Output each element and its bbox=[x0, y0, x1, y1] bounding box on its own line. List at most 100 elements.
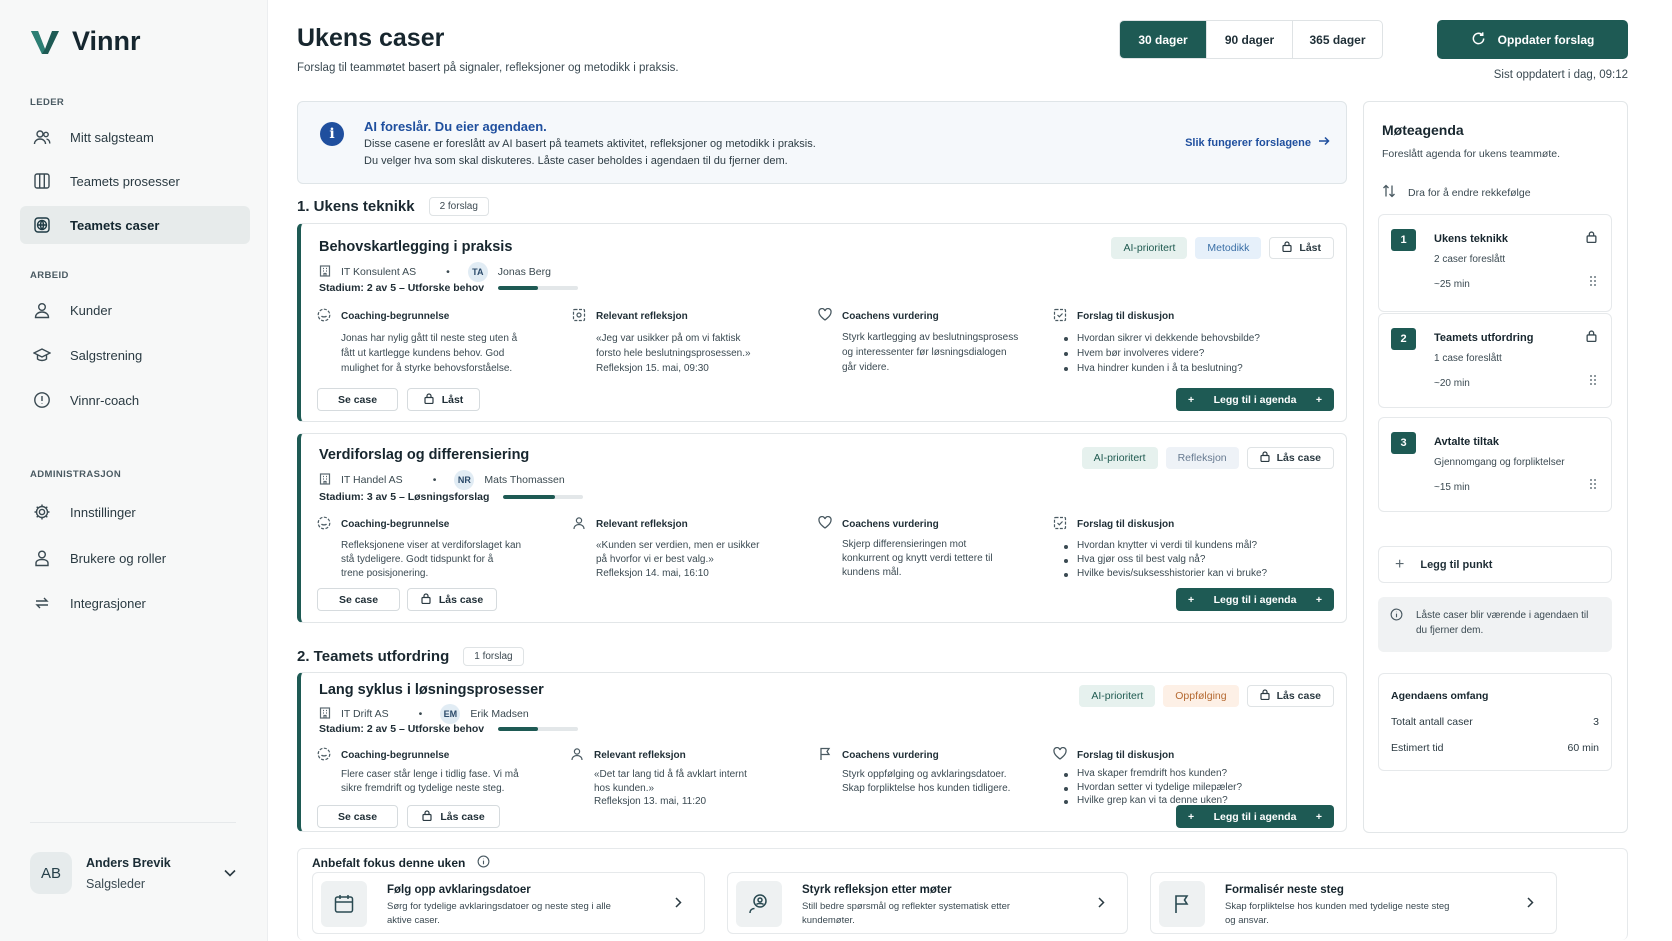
tag-metodikk: Metodikk bbox=[1195, 237, 1262, 259]
locked-button[interactable]: Låst bbox=[407, 388, 480, 411]
case-card: Verdiforslag og differensiering IT Hande… bbox=[297, 433, 1347, 623]
sidebar-item-kunder[interactable]: Kunder bbox=[20, 291, 250, 329]
building-icon bbox=[319, 706, 331, 722]
drag-handle-icon[interactable] bbox=[1589, 478, 1597, 493]
add-to-agenda-button[interactable]: + Legg til i agenda + bbox=[1176, 805, 1334, 828]
list-item: Hvordan knytter vi verdi til kundens mål… bbox=[1064, 539, 1323, 553]
drag-handle-icon[interactable] bbox=[1589, 374, 1597, 389]
lock-icon bbox=[1260, 689, 1270, 703]
avatar: NR bbox=[454, 470, 475, 490]
info-text: Disse casene er foreslått av AI basert p… bbox=[364, 138, 816, 150]
period-90-button[interactable]: 90 dager bbox=[1206, 21, 1292, 58]
lock-icon[interactable] bbox=[1586, 330, 1597, 345]
focus-card[interactable]: Formalisér neste steg Skap forpliktelse … bbox=[1150, 872, 1557, 934]
lock-case-button[interactable]: Låst bbox=[1269, 237, 1334, 259]
text-line: Skap forpliktelse hos kunden tidligere. bbox=[842, 782, 1011, 794]
case-title[interactable]: Verdiforslag og differensiering bbox=[319, 447, 529, 463]
column-head: Coachens vurdering bbox=[842, 750, 939, 761]
lock-case-button[interactable]: Lås case bbox=[1246, 447, 1334, 469]
lock-case-button[interactable]: Lås case bbox=[1246, 685, 1334, 707]
column-head: Coachens vurdering bbox=[842, 310, 939, 322]
lock-case-button[interactable]: Lås case bbox=[407, 805, 500, 828]
sidebar-item-brukere-og-roller[interactable]: Brukere og roller bbox=[20, 539, 250, 577]
agenda-item-time: ~20 min bbox=[1434, 378, 1470, 389]
lock-icon bbox=[1282, 241, 1293, 255]
list-item: Hva skaper fremdrift hos kunden? bbox=[1064, 767, 1323, 781]
plus-icon: + bbox=[1188, 393, 1195, 406]
heart-icon bbox=[818, 515, 832, 532]
add-to-agenda-button[interactable]: + Legg til i agenda + bbox=[1176, 588, 1334, 611]
stage-progress-bar bbox=[503, 495, 584, 499]
case-stage: Stadium: 2 av 5 – Utforske behov bbox=[319, 723, 579, 735]
see-case-button[interactable]: Se case bbox=[317, 805, 398, 828]
discussion-suggestions: Forslag til diskusjon Hvordan sikrer vi … bbox=[1053, 308, 1323, 376]
period-365-button[interactable]: 365 dager bbox=[1292, 21, 1382, 58]
sidebar-item-teamets-prosesser[interactable]: Teamets prosesser bbox=[20, 162, 250, 200]
chevron-right-icon bbox=[675, 897, 682, 911]
focus-card[interactable]: Følg opp avklaringsdatoer Sørg for tydel… bbox=[312, 872, 705, 934]
column-head: Coaching-begrunnelse bbox=[341, 311, 450, 322]
lock-icon[interactable] bbox=[1586, 231, 1597, 246]
agenda-item[interactable]: 3 Avtalte tiltak Gjennomgang og forplikt… bbox=[1378, 417, 1612, 512]
sidebar-item-label: Brukere og roller bbox=[70, 550, 167, 566]
agenda-item-time: ~25 min bbox=[1434, 279, 1470, 290]
agenda-item[interactable]: 2 Teamets utfordring 1 case foreslått ~2… bbox=[1378, 313, 1612, 408]
progress-fill bbox=[503, 495, 556, 499]
sidebar-item-teamets-caser[interactable]: Teamets caser bbox=[20, 206, 250, 244]
info-icon[interactable] bbox=[477, 855, 490, 871]
column-head: Forslag til diskusjon bbox=[1077, 311, 1175, 322]
sidebar-item-label: Vinnr-coach bbox=[70, 392, 140, 408]
text-line: forsto hele beslutningsprosessen.» bbox=[596, 348, 751, 359]
sidebar-item-integrasjoner[interactable]: Integrasjoner bbox=[20, 584, 250, 622]
refresh-suggestions-button[interactable]: Oppdater forslag bbox=[1437, 20, 1628, 59]
text-line: «Kunden ser verdien, men er usikker bbox=[596, 540, 760, 551]
text-line: Refleksjon 13. mai, 11:20 bbox=[594, 796, 707, 807]
text-line: går videre. bbox=[842, 362, 890, 373]
stage-label: Stadium: 2 av 5 – Utforske behov bbox=[319, 723, 485, 735]
focus-card-title: Formalisér neste steg bbox=[1225, 884, 1344, 896]
period-30-button[interactable]: 30 dager bbox=[1120, 21, 1206, 58]
text-line: Styrk oppfølging og avklaringsdatoer. bbox=[842, 769, 1007, 780]
text-line: sikre fremdrift og tydelige neste steg. bbox=[341, 782, 505, 794]
add-to-agenda-button[interactable]: + Legg til i agenda + bbox=[1176, 388, 1334, 411]
meeting-agenda-panel: Møteagenda Foreslått agenda for ukens te… bbox=[1363, 101, 1628, 833]
lock-case-button[interactable]: Lås case bbox=[407, 588, 497, 611]
add-agenda-item-button[interactable]: + Legg til punkt bbox=[1378, 546, 1612, 583]
heart-icon bbox=[1053, 746, 1067, 763]
text-line: hos kunden.» bbox=[594, 782, 655, 794]
tag-ai-prioritized: AI-prioritert bbox=[1079, 685, 1156, 707]
sidebar-item-label: Salgstrening bbox=[70, 347, 143, 363]
sidebar-item-label: Kunder bbox=[70, 302, 112, 318]
agenda-item-desc: 1 case foreslått bbox=[1434, 353, 1502, 364]
stage-progress-bar bbox=[498, 286, 579, 290]
sidebar-item-salgstrening[interactable]: Salgstrening bbox=[20, 336, 250, 374]
app-logo[interactable]: Vinnr bbox=[30, 26, 141, 57]
sidebar-item-mitt-salgsteam[interactable]: Mitt salgsteam bbox=[20, 118, 250, 156]
drag-handle-icon[interactable] bbox=[1589, 275, 1597, 290]
case-title[interactable]: Behovskartlegging i praksis bbox=[319, 239, 512, 255]
text-line: «Det tar lang tid å få avklart internt bbox=[594, 769, 747, 780]
see-case-button[interactable]: Se case bbox=[317, 388, 398, 411]
chevron-down-icon[interactable] bbox=[224, 866, 236, 880]
text-line: på hvorfor vi er best valg.» bbox=[596, 554, 714, 565]
sidebar-item-vinnr-coach[interactable]: Vinnr-coach bbox=[20, 381, 250, 419]
text-line: stå tydeligere. Godt tidspunkt for å bbox=[341, 554, 494, 565]
focus-card[interactable]: Styrk refleksjon etter møter Still bedre… bbox=[727, 872, 1128, 934]
lock-icon bbox=[421, 592, 431, 607]
chevron-right-icon bbox=[1098, 897, 1105, 911]
plus-icon: + bbox=[1315, 810, 1322, 823]
case-stage: Stadium: 3 av 5 – Løsningsforslag bbox=[319, 491, 584, 503]
see-case-button[interactable]: Se case bbox=[317, 588, 400, 611]
refresh-icon bbox=[1471, 31, 1486, 49]
how-suggestions-work-link[interactable]: Slik fungerer forslagene bbox=[1185, 136, 1330, 149]
note-text: Låste caser blir værende i agendaen til … bbox=[1416, 610, 1589, 636]
agenda-title: Møteagenda bbox=[1382, 122, 1464, 138]
case-title[interactable]: Lang syklus i løsningsprosesser bbox=[319, 682, 544, 698]
text-line: Refleksjonene viser at verdiforslaget ka… bbox=[341, 540, 522, 551]
lock-icon bbox=[422, 809, 432, 824]
sidebar-item-innstillinger[interactable]: Innstillinger bbox=[20, 493, 250, 531]
info-icon bbox=[1390, 608, 1403, 626]
agenda-item[interactable]: 1 Ukens teknikk 2 caser foreslått ~25 mi… bbox=[1378, 214, 1612, 312]
stage-label: Stadium: 3 av 5 – Løsningsforslag bbox=[319, 491, 490, 503]
user-menu[interactable]: AB Anders Brevik Salgsleder bbox=[30, 852, 236, 894]
